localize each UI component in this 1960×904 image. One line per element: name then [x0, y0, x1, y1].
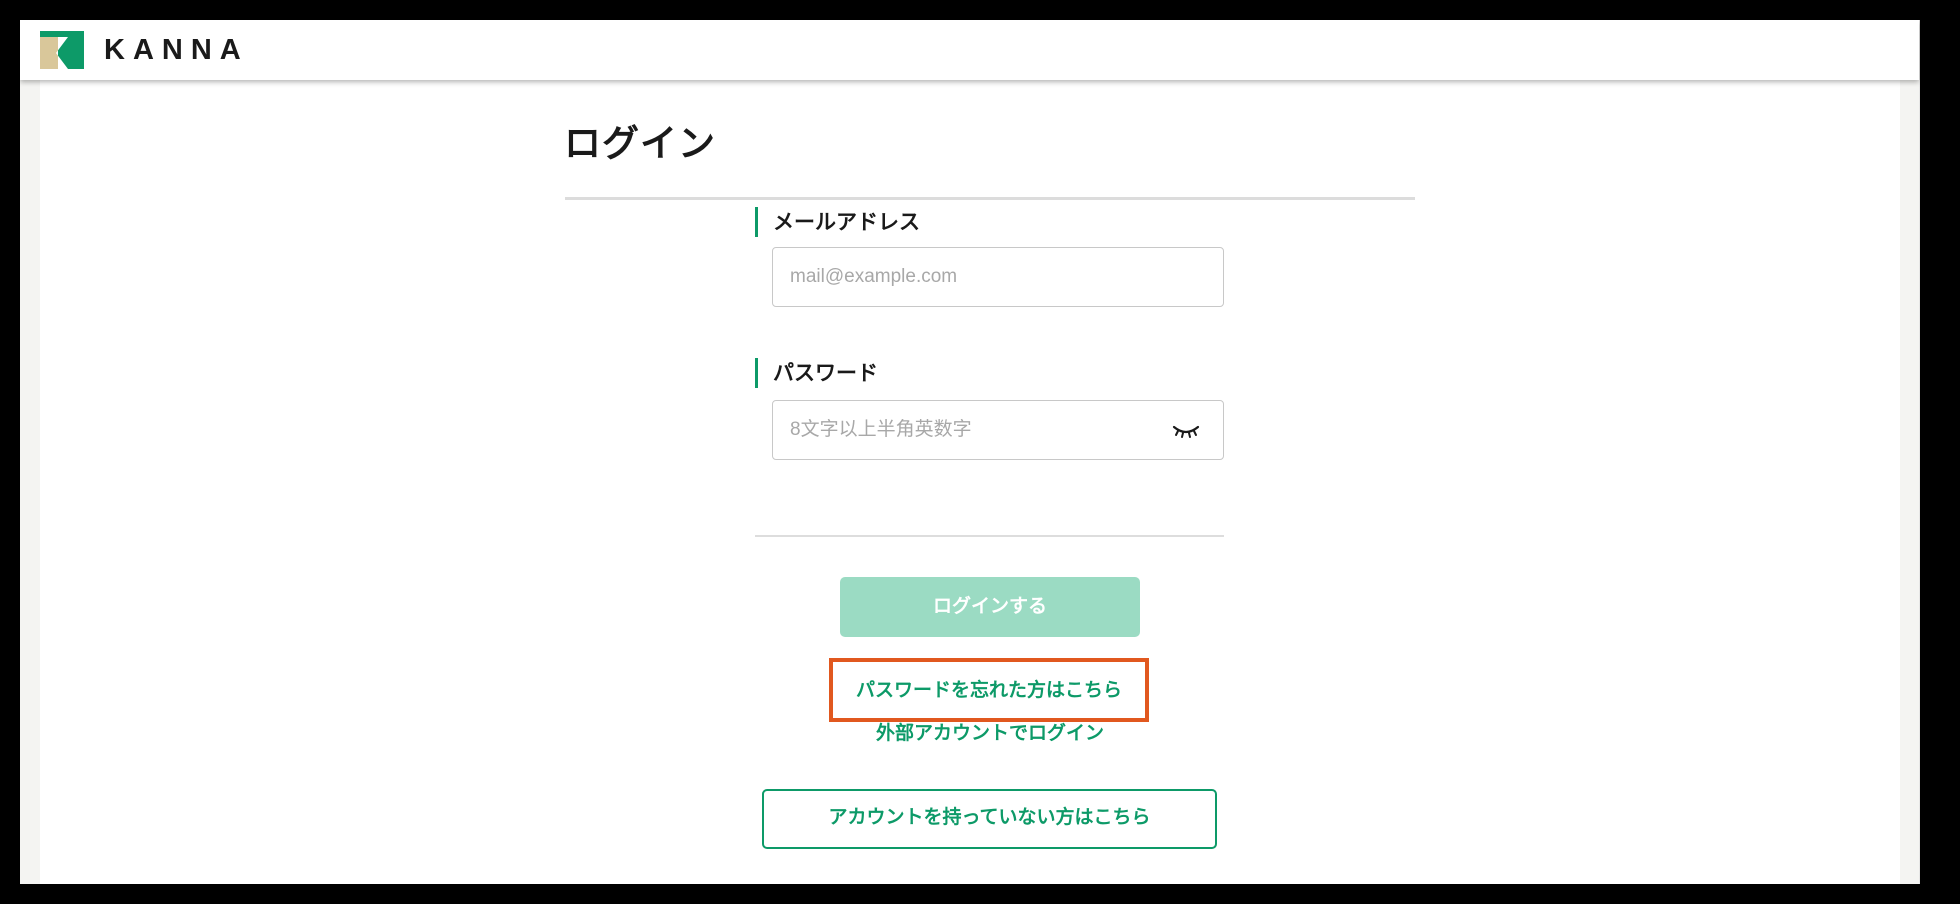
password-placeholder: 8文字以上半角英数字 [790, 419, 972, 440]
brand-name[interactable]: KANNA [104, 32, 249, 68]
password-field[interactable]: 8文字以上半角英数字 [772, 400, 1224, 460]
signup-button[interactable]: アカウントを持っていない方はこちら [762, 789, 1217, 849]
page-title: ログイン [564, 122, 716, 165]
vertical-scrollbar[interactable]: ▲ ▼ [1919, 20, 1920, 884]
page-background: ログイン メールアドレス mail@example.com パスワード 8文字以… [20, 80, 1919, 884]
email-field[interactable]: mail@example.com [772, 247, 1224, 307]
email-placeholder: mail@example.com [790, 266, 958, 287]
eye-closed-icon[interactable] [1171, 421, 1201, 441]
app-header: KANNA [20, 20, 1919, 80]
forgot-password-link[interactable]: パスワードを忘れた方はこちら [829, 658, 1149, 722]
main-content: ログイン メールアドレス mail@example.com パスワード 8文字以… [40, 80, 1900, 884]
kanna-logo-icon[interactable] [40, 31, 84, 69]
title-divider [565, 197, 1415, 200]
email-label: メールアドレス [755, 207, 920, 237]
password-label: パスワード [755, 358, 878, 388]
login-button[interactable]: ログインする [840, 577, 1140, 637]
form-divider [755, 535, 1224, 537]
browser-viewport: ログイン メールアドレス mail@example.com パスワード 8文字以… [20, 20, 1920, 884]
external-account-login-link[interactable]: 外部アカウントでログイン [840, 718, 1140, 748]
